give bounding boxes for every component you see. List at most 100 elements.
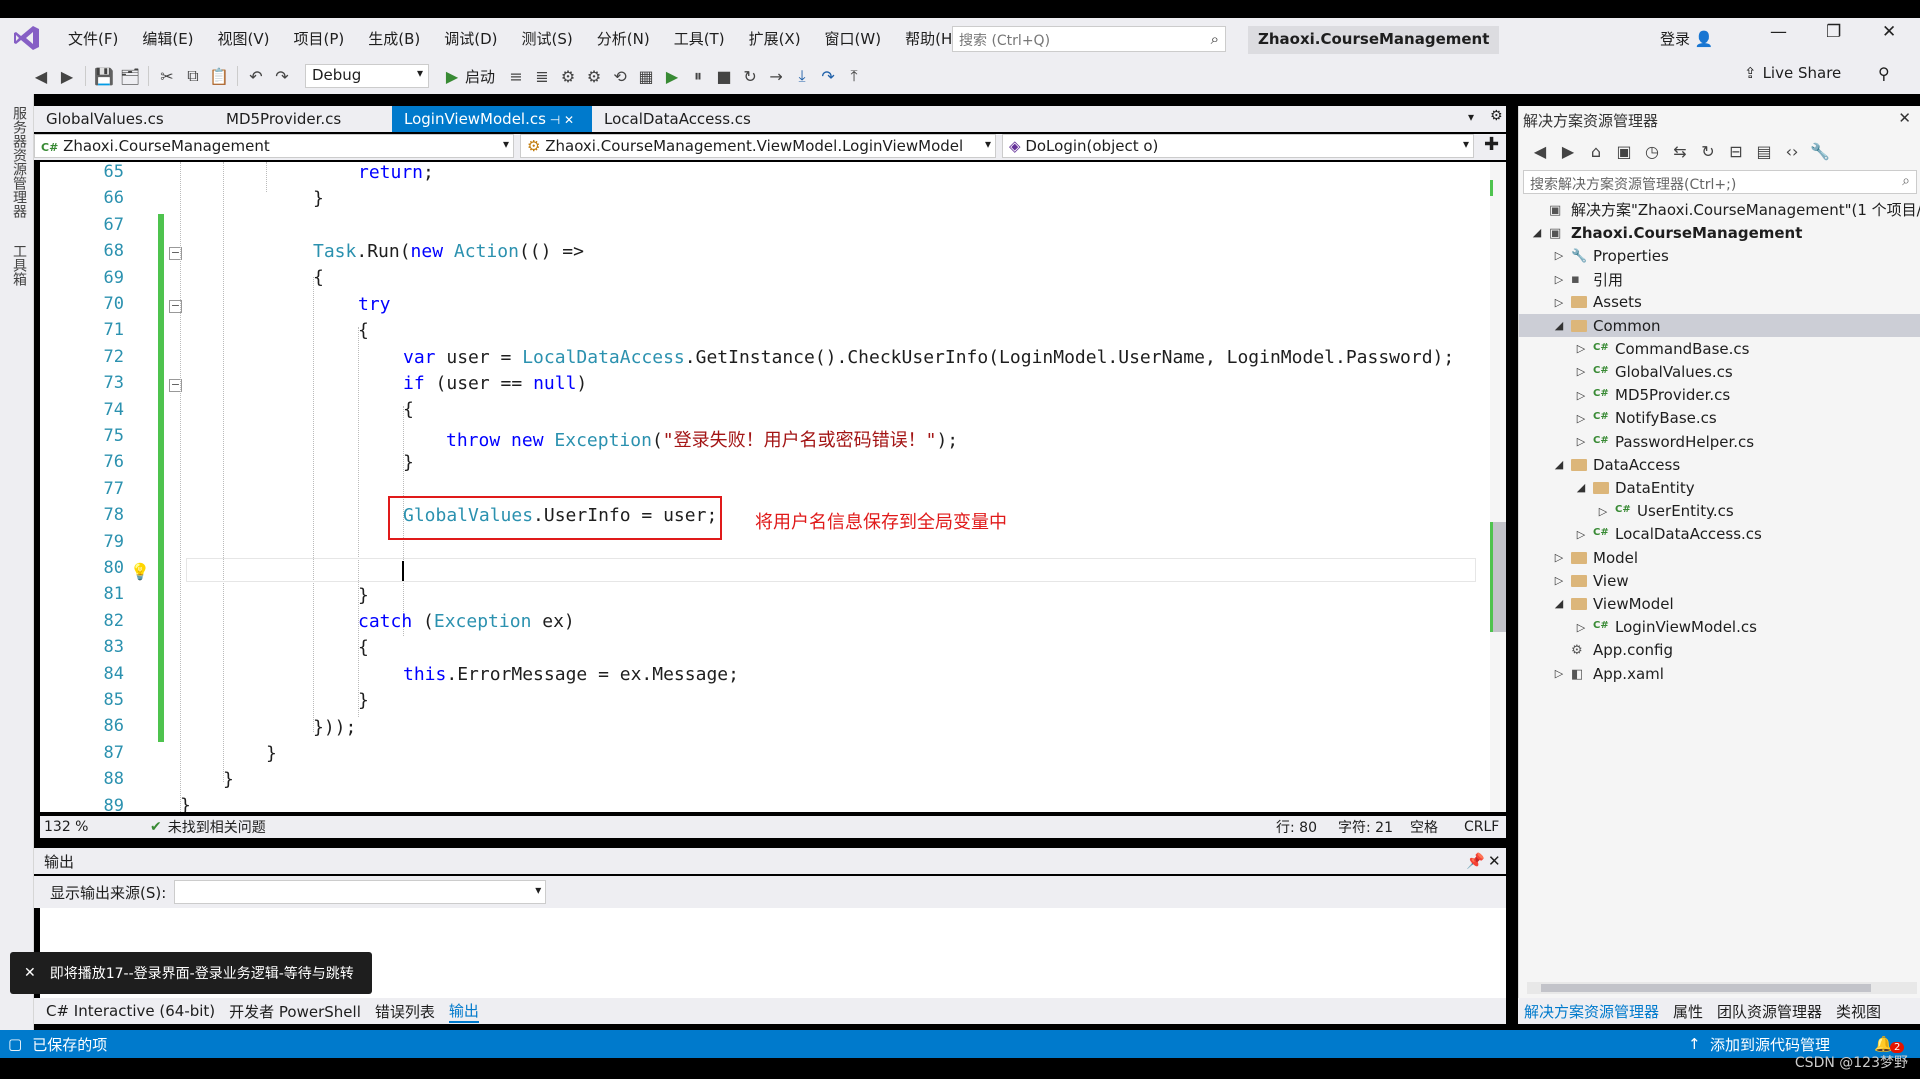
tab-loginviewmodel-cs[interactable]: LoginViewModel.cs ⊣ ✕ bbox=[392, 106, 592, 132]
menu-item[interactable]: 调试(D) bbox=[432, 28, 509, 49]
se-bottom-tab[interactable]: 属性 bbox=[1673, 1001, 1703, 1022]
expand-arrow-icon[interactable]: ▷ bbox=[1553, 249, 1565, 262]
expand-arrow-icon[interactable]: ▷ bbox=[1575, 621, 1587, 634]
expand-arrow-icon[interactable]: ▷ bbox=[1575, 365, 1587, 378]
se-bottom-tab[interactable]: 解决方案资源管理器 bbox=[1524, 1001, 1659, 1022]
maximize-button[interactable]: ❐ bbox=[1826, 22, 1841, 42]
tree-item[interactable]: ▷ 🔧 Properties bbox=[1553, 244, 1669, 267]
forward-icon[interactable]: ▶ bbox=[1555, 142, 1581, 161]
se-bottom-tab[interactable]: 团队资源管理器 bbox=[1717, 1001, 1822, 1022]
show-all-icon[interactable]: ▤ bbox=[1751, 142, 1777, 161]
menu-item[interactable]: 项目(P) bbox=[282, 28, 357, 49]
home-icon[interactable]: ⌂ bbox=[1583, 142, 1609, 161]
tree-item[interactable]: ◢ ViewModel bbox=[1553, 592, 1674, 615]
split-icon[interactable]: ✚ bbox=[1480, 134, 1499, 160]
copy-icon[interactable]: ⧉ bbox=[180, 66, 206, 86]
switch-views-icon[interactable]: ▣ bbox=[1611, 142, 1637, 161]
menu-item[interactable]: 扩展(X) bbox=[737, 28, 813, 49]
cut-icon[interactable]: ✂ bbox=[154, 67, 180, 86]
tree-item[interactable]: ◢ ▣ Zhaoxi.CourseManagement bbox=[1531, 221, 1803, 244]
tab-localdataaccess-cs[interactable]: LocalDataAccess.cs bbox=[592, 106, 792, 132]
se-horizontal-scrollbar[interactable] bbox=[1527, 982, 1917, 994]
refresh-icon[interactable]: ↻ bbox=[1695, 142, 1721, 161]
bottom-tab[interactable]: 错误列表 bbox=[375, 1001, 435, 1022]
expand-arrow-icon[interactable]: ▷ bbox=[1553, 296, 1565, 309]
toast-close-icon[interactable]: ✕ bbox=[24, 965, 36, 981]
tree-item[interactable]: ▷ C# LocalDataAccess.cs bbox=[1575, 523, 1762, 546]
scrollbar-thumb[interactable] bbox=[1541, 984, 1871, 992]
save-all-icon[interactable]: 🗂 bbox=[117, 67, 143, 86]
tree-item[interactable]: ▷ C# CommandBase.cs bbox=[1575, 337, 1750, 360]
member-nav-select[interactable]: ◈ DoLogin(object o) bbox=[1002, 134, 1474, 158]
step-into-icon[interactable]: ⤓ bbox=[789, 66, 815, 86]
tree-item[interactable]: ⚙ App.config bbox=[1553, 639, 1673, 662]
menu-item[interactable]: 窗口(W) bbox=[813, 28, 894, 49]
config-select[interactable]: Debug bbox=[305, 64, 429, 88]
lightbulb-icon[interactable]: 💡 bbox=[130, 562, 150, 581]
menu-item[interactable]: 编辑(E) bbox=[130, 28, 205, 49]
server-explorer-tab[interactable]: 服务器资源管理器 bbox=[9, 106, 29, 218]
tree-item[interactable]: ◢ DataAccess bbox=[1553, 453, 1680, 476]
issues-status[interactable]: 未找到相关问题 bbox=[168, 817, 266, 837]
solution-search-input[interactable]: 搜索解决方案资源管理器(Ctrl+;) ⌕ bbox=[1523, 170, 1917, 194]
attach-icon[interactable]: ⟲ bbox=[607, 67, 633, 86]
tab-globalvalues-cs[interactable]: GlobalValues.cs bbox=[34, 106, 214, 132]
expand-arrow-icon[interactable]: ▷ bbox=[1553, 273, 1565, 286]
tree-item[interactable]: ▷ C# NotifyBase.cs bbox=[1575, 407, 1717, 430]
tree-item[interactable]: ▷ Model bbox=[1553, 546, 1638, 569]
paste-icon[interactable]: 📋 bbox=[206, 67, 232, 86]
bottom-tab[interactable]: 开发者 PowerShell bbox=[229, 1001, 361, 1022]
se-bottom-tab[interactable]: 类视图 bbox=[1836, 1001, 1881, 1022]
expand-arrow-icon[interactable]: ◢ bbox=[1553, 458, 1565, 471]
output-close-icon[interactable]: ✕ bbox=[1488, 852, 1501, 870]
menu-item[interactable]: 测试(S) bbox=[510, 28, 585, 49]
start-button[interactable]: 启动 bbox=[465, 66, 495, 87]
login-button[interactable]: 登录 👤 bbox=[1660, 28, 1713, 49]
tree-item[interactable]: ◢ Common bbox=[1553, 314, 1661, 337]
expand-arrow-icon[interactable]: ▷ bbox=[1575, 412, 1587, 425]
indent-icon[interactable]: ≡ bbox=[503, 67, 529, 86]
history-icon[interactable]: ◷ bbox=[1639, 142, 1665, 161]
menu-item[interactable]: 工具(T) bbox=[662, 28, 737, 49]
pin-icon[interactable]: 📌 bbox=[1466, 852, 1485, 870]
back-icon[interactable]: ◀ bbox=[28, 67, 54, 86]
zoom-level[interactable]: 132 % bbox=[40, 819, 110, 835]
expand-arrow-icon[interactable]: ◢ bbox=[1553, 597, 1565, 610]
tab-dropdown-icon[interactable]: ▾ bbox=[1468, 110, 1474, 124]
tree-item[interactable]: ▷ C# GlobalValues.cs bbox=[1575, 360, 1733, 383]
feedback-icon[interactable]: ⚲ bbox=[1878, 64, 1890, 83]
step-out-icon[interactable]: ⤒ bbox=[841, 66, 867, 86]
tree-item[interactable]: ▷ C# PasswordHelper.cs bbox=[1575, 430, 1754, 453]
forward-icon[interactable]: ▶ bbox=[54, 67, 80, 86]
output-source-select[interactable] bbox=[174, 880, 547, 904]
menu-item[interactable]: 生成(B) bbox=[356, 28, 432, 49]
undo-icon[interactable]: ↶ bbox=[243, 67, 269, 86]
tree-item[interactable]: ▷ ▪ 引用 bbox=[1553, 268, 1623, 291]
show-next-icon[interactable]: → bbox=[763, 67, 789, 86]
live-share-button[interactable]: ⇪ Live Share bbox=[1744, 64, 1841, 82]
expand-arrow-icon[interactable]: ▷ bbox=[1553, 574, 1565, 587]
menu-item[interactable]: 分析(N) bbox=[585, 28, 662, 49]
gear-icon[interactable]: ⚙ bbox=[1490, 108, 1503, 124]
collapse-all-icon[interactable]: ⊟ bbox=[1723, 142, 1749, 161]
bottom-tab[interactable]: C# Interactive (64-bit) bbox=[46, 1002, 215, 1020]
tree-item[interactable]: ▷ View bbox=[1553, 569, 1629, 592]
sync-icon[interactable]: ⇆ bbox=[1667, 142, 1693, 161]
step-over-icon[interactable]: ↷ bbox=[815, 67, 841, 86]
tree-item[interactable]: ▷ ◧ App.xaml bbox=[1553, 662, 1664, 685]
se-close-icon[interactable]: ✕ bbox=[1898, 109, 1911, 127]
tree-item[interactable]: ▷ C# UserEntity.cs bbox=[1597, 500, 1734, 523]
toolbox-tab[interactable]: 工具箱 bbox=[9, 244, 29, 286]
expand-arrow-icon[interactable]: ▷ bbox=[1575, 435, 1587, 448]
tree-item[interactable]: ▷ C# MD5Provider.cs bbox=[1575, 384, 1730, 407]
close-button[interactable]: ✕ bbox=[1882, 22, 1896, 42]
layout-icon[interactable]: ▦ bbox=[633, 67, 659, 86]
expand-arrow-icon[interactable]: ◢ bbox=[1531, 226, 1543, 239]
tree-item[interactable]: ▷ Assets bbox=[1553, 291, 1642, 314]
start-icon[interactable]: ▶ bbox=[439, 67, 465, 86]
expand-arrow-icon[interactable]: ▷ bbox=[1575, 389, 1587, 402]
tree-item[interactable]: ▷ C# LoginViewModel.cs bbox=[1575, 616, 1757, 639]
project-nav-select[interactable]: C# Zhaoxi.CourseManagement bbox=[34, 134, 514, 158]
expand-arrow-icon[interactable]: ▷ bbox=[1575, 528, 1587, 541]
outdent-icon[interactable]: ≣ bbox=[529, 67, 555, 86]
